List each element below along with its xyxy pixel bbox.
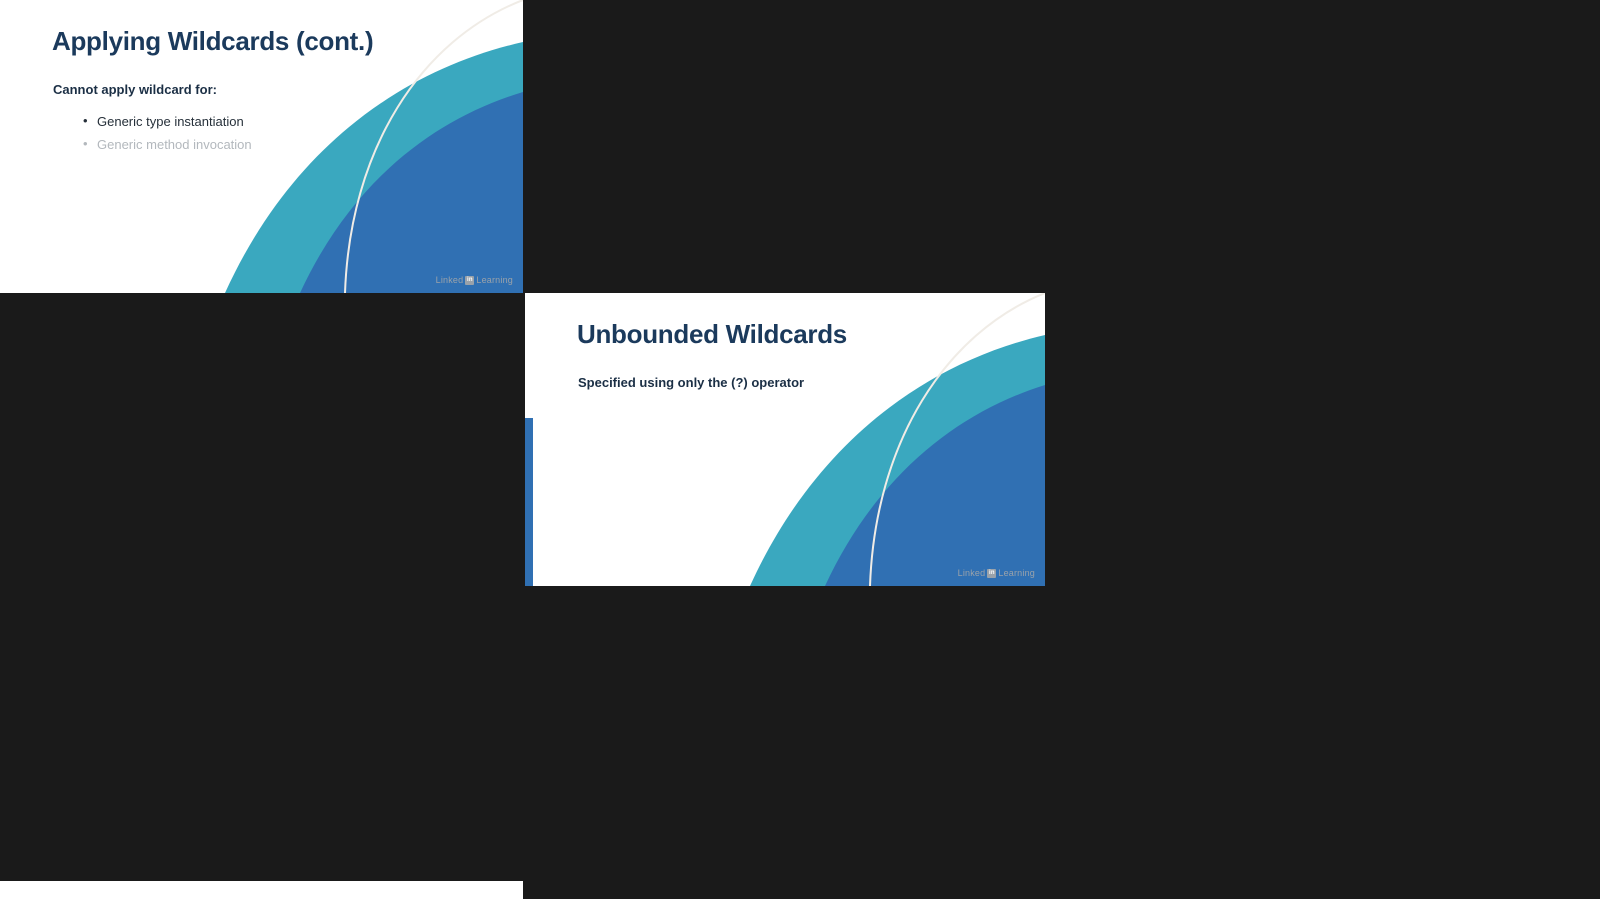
- page-title: Unbounded Wildcards: [577, 319, 847, 349]
- bullet-list: Generic type instantiation Generic metho…: [83, 109, 252, 156]
- slide-subtitle: Specified using only the (?) operator: [578, 375, 805, 390]
- screenshot-montage: Applying Wildcards (cont.) Cannot apply …: [0, 0, 1600, 899]
- list-item: Generic type instantiation: [83, 109, 252, 133]
- slide-unbounded-wildcards: Unbounded Wildcards Specified using only…: [525, 293, 1045, 586]
- page-title: Applying Wildcards (cont.): [52, 26, 374, 56]
- linkedin-icon: in: [465, 275, 475, 285]
- linkedin-learning-logo: Linked in Learning: [957, 568, 1035, 578]
- slide-applying-wildcards: Applying Wildcards (cont.) Cannot apply …: [0, 0, 523, 293]
- linkedin-icon: in: [987, 568, 997, 578]
- slide-subtitle: Cannot apply wildcard for:: [53, 82, 217, 97]
- list-item: Generic method invocation: [83, 132, 252, 156]
- linkedin-learning-logo: Linked in Learning: [435, 275, 513, 285]
- slide-upper-bounded-wildcards: Upper Bounded Wildcards List<Number> Arr…: [0, 881, 523, 899]
